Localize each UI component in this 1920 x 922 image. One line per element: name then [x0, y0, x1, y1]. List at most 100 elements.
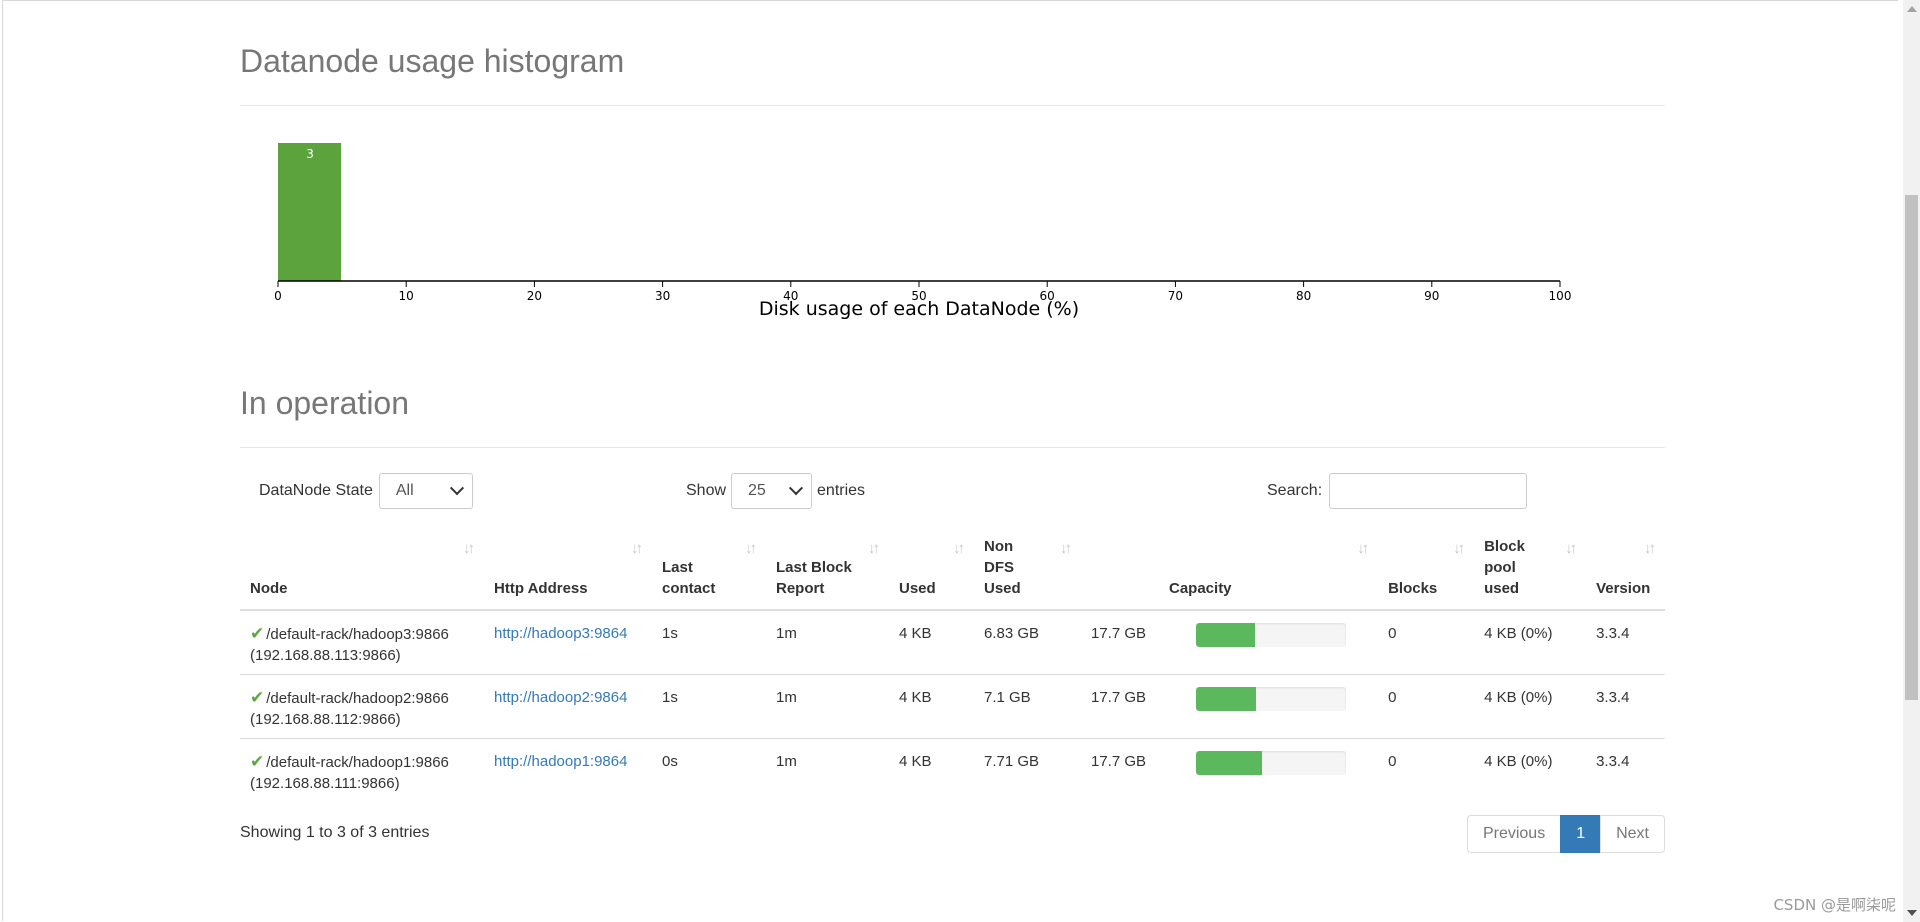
- capacity-progress-fill: [1196, 623, 1255, 647]
- capacity-cell: 17.7 GB: [1081, 674, 1176, 739]
- previous-page-button[interactable]: Previous: [1466, 815, 1562, 853]
- last-contact-cell: 1s: [652, 674, 766, 739]
- http-address-cell: http://hadoop2:9864: [484, 674, 652, 739]
- histogram-bars: 3: [278, 143, 342, 281]
- scrollbar-thumb[interactable]: [1905, 195, 1918, 700]
- sort-icon: ↓↑: [463, 540, 475, 557]
- sort-icon: ↓↑: [1453, 540, 1465, 557]
- last-contact-cell: 0s: [652, 738, 766, 802]
- table-info: Showing 1 to 3 of 3 entries: [240, 824, 430, 841]
- capacity-bar-cell: [1176, 674, 1379, 739]
- column-header-last-block-report[interactable]: ↓↑ Last Block Report: [766, 528, 889, 611]
- sort-icon: ↓↑: [1565, 540, 1577, 557]
- x-axis-tick-label: 80: [1296, 289, 1311, 303]
- blocks-cell: 0: [1378, 674, 1475, 739]
- last-block-report-cell: 1m: [766, 674, 889, 739]
- http-address-link[interactable]: http://hadoop2:9864: [494, 689, 627, 706]
- scroll-down-icon[interactable]: [1907, 910, 1917, 916]
- http-address-cell: http://hadoop1:9864: [484, 738, 652, 802]
- table-header-row: ↓↑ Node ↓↑ Http Address ↓↑ Last contact ↓↑ L…: [240, 528, 1665, 611]
- watermark: CSDN @是啊柒呢: [1773, 896, 1896, 914]
- search-label: Search:: [1267, 482, 1323, 499]
- non-dfs-used-cell: 7.1 GB: [974, 674, 1081, 739]
- table-row: ✔/default-rack/hadoop3:9866 (192.168.88.1…: [240, 609, 1665, 675]
- entries-length-control: Show 25 entries: [686, 473, 865, 509]
- datanode-state-value: All: [395, 482, 414, 499]
- divider: [240, 105, 1665, 106]
- divider: [240, 447, 1665, 448]
- x-axis-tick-label: 100: [1549, 289, 1572, 303]
- block-pool-used-cell: 4 KB (0%): [1474, 609, 1587, 675]
- next-page-button[interactable]: Next: [1600, 815, 1665, 853]
- entries-label: entries: [817, 482, 866, 499]
- column-header-capacity[interactable]: ↓↑ Capacity: [1081, 528, 1379, 611]
- capacity-progress-fill: [1196, 751, 1262, 775]
- column-header-http-address[interactable]: ↓↑ Http Address: [484, 528, 652, 611]
- column-header-block-pool-used[interactable]: ↓↑ Block pool used: [1474, 528, 1587, 611]
- operation-title: In operation: [240, 385, 410, 421]
- scroll-up-icon[interactable]: [1907, 6, 1917, 12]
- version-cell: 3.3.4: [1586, 609, 1665, 675]
- capacity-bar-cell: [1176, 609, 1379, 675]
- http-address-link[interactable]: http://hadoop3:9864: [494, 625, 627, 642]
- used-cell: 4 KB: [889, 738, 974, 802]
- search-control: Search:: [1267, 473, 1528, 509]
- capacity-cell: 17.7 GB: [1081, 738, 1176, 802]
- node-cell: ✔/default-rack/hadoop2:9866 (192.168.88.1…: [240, 674, 484, 739]
- x-axis-tick-label: 90: [1424, 289, 1439, 303]
- x-axis-label: Disk usage of each DataNode (%): [759, 298, 1079, 320]
- used-cell: 4 KB: [889, 609, 974, 675]
- table-row: ✔/default-rack/hadoop2:9866 (192.168.88.1…: [240, 674, 1665, 739]
- sort-icon: ↓↑: [1060, 540, 1072, 557]
- column-header-used[interactable]: ↓↑ Used: [889, 528, 974, 611]
- check-icon: ✔: [250, 624, 265, 643]
- non-dfs-used-cell: 6.83 GB: [974, 609, 1081, 675]
- last-contact-cell: 1s: [652, 609, 766, 675]
- chevron-down-icon: [449, 481, 464, 496]
- sort-icon: ↓↑: [868, 540, 880, 557]
- sort-icon: ↓↑: [1357, 540, 1369, 557]
- x-axis-tick-label: 10: [399, 289, 414, 303]
- column-header-non-dfs-used[interactable]: ↓↑ Non DFS Used: [974, 528, 1081, 611]
- datanode-state-filter: DataNode State All: [259, 473, 473, 509]
- x-axis-tick-label: 70: [1168, 289, 1183, 303]
- histogram-title: Datanode usage histogram: [240, 43, 625, 79]
- http-address-cell: http://hadoop3:9864: [484, 609, 652, 675]
- entries-length-select[interactable]: 25: [731, 473, 813, 509]
- version-cell: 3.3.4: [1586, 738, 1665, 802]
- capacity-progress-bar: [1196, 751, 1346, 775]
- capacity-cell: 17.7 GB: [1081, 609, 1176, 675]
- version-cell: 3.3.4: [1586, 674, 1665, 739]
- search-input[interactable]: [1329, 473, 1528, 509]
- x-axis-tick-label: 0: [274, 289, 282, 303]
- http-address-link[interactable]: http://hadoop1:9864: [494, 753, 627, 770]
- x-axis-tick-label: 20: [527, 289, 542, 303]
- column-header-last-contact[interactable]: ↓↑ Last contact: [652, 528, 766, 611]
- capacity-progress-bar: [1196, 687, 1346, 711]
- datanode-state-select[interactable]: All: [378, 473, 473, 509]
- histogram-bar-label: 3: [306, 147, 314, 161]
- page-1-button[interactable]: 1: [1560, 815, 1602, 853]
- used-cell: 4 KB: [889, 674, 974, 739]
- table-row: ✔/default-rack/hadoop1:9866 (192.168.88.1…: [240, 738, 1665, 802]
- sort-icon: ↓↑: [953, 540, 965, 557]
- show-label: Show: [686, 482, 727, 499]
- blocks-cell: 0: [1378, 738, 1475, 802]
- node-cell: ✔/default-rack/hadoop1:9866 (192.168.88.1…: [240, 738, 484, 802]
- column-header-version[interactable]: ↓↑ Version: [1586, 528, 1665, 611]
- sort-icon: ↓↑: [745, 540, 757, 557]
- capacity-progress-bar: [1196, 623, 1346, 647]
- capacity-bar-cell: [1176, 738, 1379, 802]
- non-dfs-used-cell: 7.71 GB: [974, 738, 1081, 802]
- datanode-table: ↓↑ Node ↓↑ Http Address ↓↑ Last contact ↓↑ L…: [240, 528, 1665, 802]
- column-header-node[interactable]: ↓↑ Node: [240, 528, 484, 611]
- main-content: Datanode usage histogram 3 0 10 20 30 40 50 60…: [240, 0, 1665, 922]
- block-pool-used-cell: 4 KB (0%): [1474, 738, 1587, 802]
- capacity-progress-fill: [1196, 687, 1256, 711]
- sort-icon: ↓↑: [1644, 540, 1656, 557]
- pagination: Previous 1 Next: [1466, 815, 1665, 853]
- histogram-bar: [278, 143, 342, 281]
- vertical-scrollbar[interactable]: [1903, 0, 1920, 922]
- block-pool-used-cell: 4 KB (0%): [1474, 674, 1587, 739]
- column-header-blocks[interactable]: ↓↑ Blocks: [1378, 528, 1475, 611]
